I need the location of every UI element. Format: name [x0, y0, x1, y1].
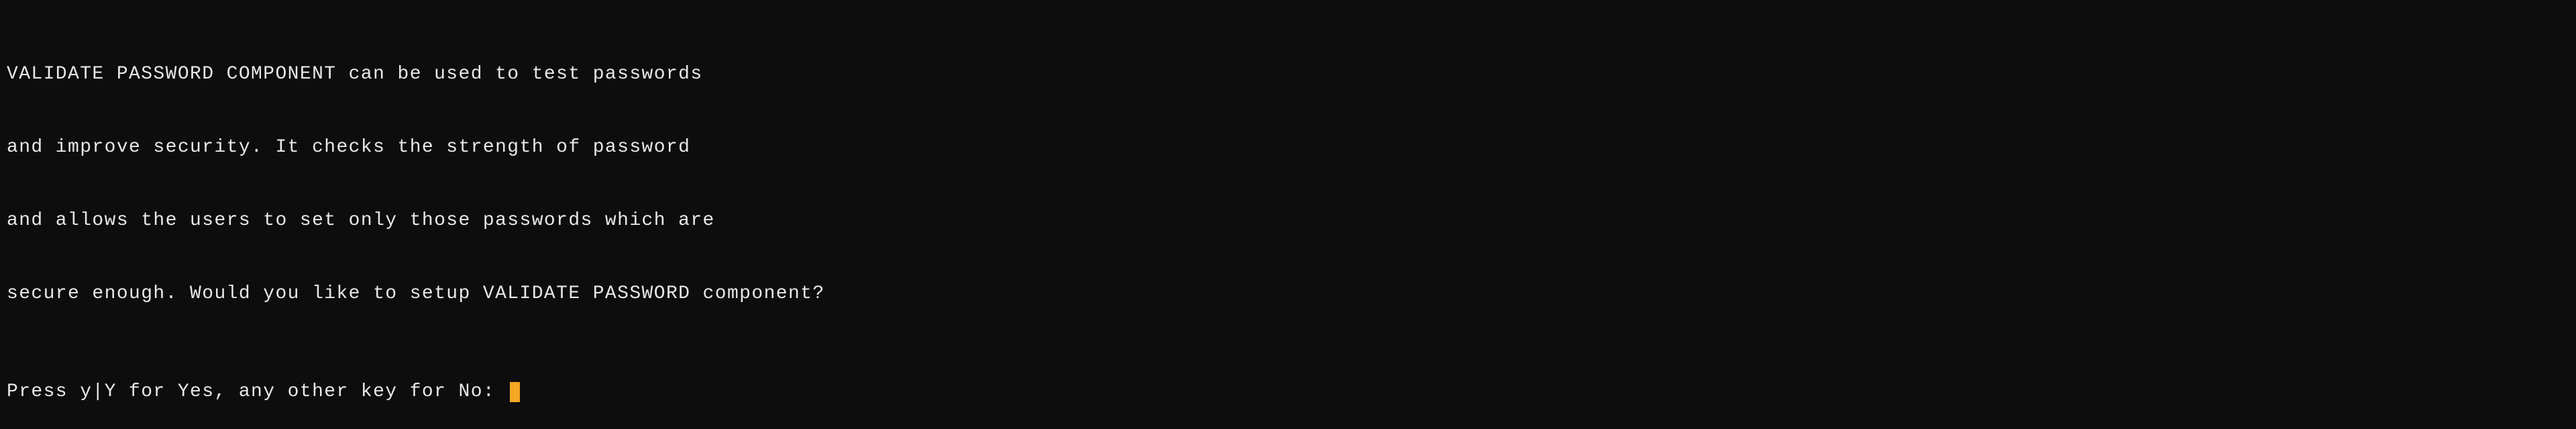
- output-line: VALIDATE PASSWORD COMPONENT can be used …: [7, 62, 2569, 87]
- prompt-text: Press y|Y for Yes, any other key for No:: [7, 380, 507, 404]
- output-line: and improve security. It checks the stre…: [7, 136, 2569, 160]
- cursor-icon: [510, 382, 520, 402]
- terminal-output[interactable]: VALIDATE PASSWORD COMPONENT can be used …: [7, 13, 2569, 429]
- output-line: and allows the users to set only those p…: [7, 209, 2569, 233]
- output-line: secure enough. Would you like to setup V…: [7, 282, 2569, 306]
- input-prompt-line[interactable]: Press y|Y for Yes, any other key for No:: [7, 380, 2569, 404]
